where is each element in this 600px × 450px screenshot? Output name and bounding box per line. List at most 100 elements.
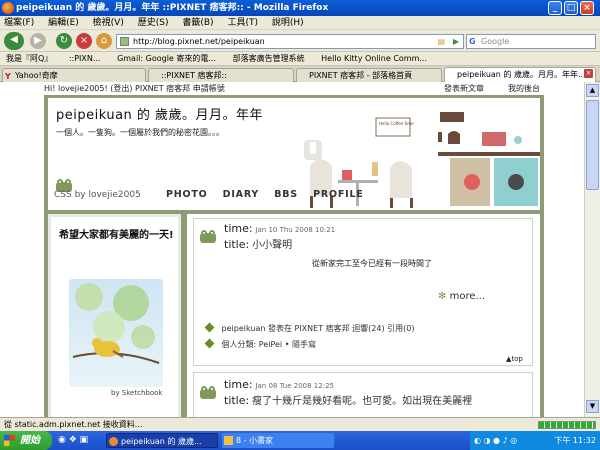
bookmark-item[interactable]: 我是『阿Q』	[6, 54, 52, 63]
browser-window: peipeikuan 的 歲歲。月月。年年 ::PIXNET 痞客邦:: - M…	[0, 0, 600, 450]
back-to-top-link[interactable]: ▲top	[506, 355, 523, 363]
bookmark-item[interactable]: ::PIXN...	[69, 54, 101, 63]
post-body: 從新家完工至今已經有一段時間了	[312, 259, 432, 268]
nav-photo[interactable]: PHOTO	[166, 189, 208, 200]
bullet-icon	[204, 338, 215, 349]
menu-bar: 檔案(F) 編輯(E) 檢視(V) 歷史(S) 書籤(B) 工具(T) 說明(H…	[0, 16, 600, 30]
frog-icon	[200, 386, 216, 399]
post-title-row: title: 瘦了十幾斤是幾好看呢。也可愛。如出現在美麗裡	[224, 392, 472, 407]
title-bar: peipeikuan 的 歲歲。月月。年年 ::PIXNET 痞客邦:: - M…	[0, 0, 600, 16]
tab-label: Yahoo!奇摩	[15, 71, 58, 80]
start-button[interactable]: 開始	[0, 431, 52, 450]
post-info: peipeikuan 發表在 PIXNET 痞客邦 迴響(24) 引用(0)	[204, 322, 415, 334]
tab-pixnet[interactable]: ::PIXNET 痞客邦::	[148, 68, 294, 82]
more-link-text: more...	[449, 291, 486, 302]
tab-pixnet-home[interactable]: PIXNET 痞客邦 - 部落格首頁	[296, 68, 442, 82]
new-post-link[interactable]: 發表新文章	[444, 82, 484, 96]
stop-icon[interactable]: ×	[76, 33, 92, 49]
frog-icon	[200, 230, 216, 243]
tab-current-blog[interactable]: peipeikuan 的 歲歲。月月。年年... ×	[444, 67, 596, 83]
vertical-scrollbar[interactable]: ▲ ▼	[584, 82, 600, 417]
tray-icons[interactable]: ◐ ◑ ● ♪ ◎	[474, 431, 517, 450]
status-text: 從 static.adm.pixnet.net 接收資料...	[4, 420, 143, 429]
post-time-row: time: Jan 10 Thu 2008 10:21	[224, 222, 335, 235]
post-date: Jan 08 Tue 2008 12:25	[255, 382, 334, 390]
forward-arrow-icon[interactable]: ▶	[30, 33, 46, 49]
scroll-down-icon[interactable]: ▼	[586, 400, 599, 413]
bookmark-item[interactable]: Gmail: Google 寄來的電...	[117, 54, 216, 63]
post-title[interactable]: 瘦了十幾斤是幾好看呢。也可愛。如出現在美麗裡	[252, 396, 472, 407]
menu-bookmarks[interactable]: 書籤(B)	[182, 18, 213, 28]
back-arrow-icon[interactable]: ◀	[4, 32, 24, 50]
title-label: title:	[224, 238, 250, 251]
close-tab-icon[interactable]: ×	[584, 69, 593, 78]
coffee-sign-text: Hello Coffee time	[379, 121, 414, 126]
scroll-up-icon[interactable]: ▲	[586, 84, 599, 97]
blog-top-strip: Hi! lovejie2005! (登出) PIXNET 痞客邦 申請帳號 發表…	[44, 82, 544, 96]
menu-history[interactable]: 歷史(S)	[138, 18, 169, 28]
nav-diary[interactable]: DIARY	[223, 189, 259, 200]
tab-label: PIXNET 痞客邦 - 部落格首頁	[309, 71, 413, 80]
system-tray: ◐ ◑ ● ♪ ◎ 下午 11:32	[470, 431, 600, 450]
reload-icon[interactable]: ↻	[56, 33, 72, 49]
bookmark-item[interactable]: Hello Kitty Online Comm...	[321, 54, 427, 63]
blog-nav: PHOTO DIARY BBS PROFILE	[166, 189, 375, 200]
menu-tools[interactable]: 工具(T)	[227, 18, 258, 28]
menu-view[interactable]: 檢視(V)	[93, 18, 124, 28]
menu-help[interactable]: 說明(H)	[272, 18, 304, 28]
bird-painting	[69, 279, 163, 387]
navigation-toolbar: ◀ ▶ ↻ × ⌂ http://blog.pixnet.net/peipeik…	[0, 30, 600, 52]
site-favicon	[120, 37, 129, 46]
nav-profile[interactable]: PROFILE	[313, 189, 364, 200]
admin-link[interactable]: 我的後台	[508, 82, 540, 96]
page-content: Hi! lovejie2005! (登出) PIXNET 痞客邦 申請帳號 發表…	[0, 82, 600, 417]
post-info-text[interactable]: peipeikuan 發表在 PIXNET 痞客邦 迴響(24) 引用(0)	[222, 324, 415, 333]
blog-subtitle: 一個人。一隻狗。一個屬於我們的秘密花園。。。	[56, 128, 224, 137]
rss-icon[interactable]: ▤	[437, 35, 445, 48]
post-category: 個人分類: PeiPei • 隨手寫	[204, 338, 316, 350]
post-category-text[interactable]: 個人分類: PeiPei • 隨手寫	[222, 340, 316, 349]
yahoo-icon: Y	[5, 72, 11, 81]
menu-file[interactable]: 檔案(F)	[4, 18, 34, 28]
more-link[interactable]: ✻ more...	[438, 291, 485, 302]
clock[interactable]: 下午 11:32	[554, 436, 596, 445]
blog-header: peipeikuan 的 歲歲。月月。年年 一個人。一隻狗。一個屬於我們的秘密花…	[48, 98, 540, 210]
bookmark-item[interactable]: 部落客廣告管理系統	[233, 54, 305, 63]
nav-bbs[interactable]: BBS	[274, 189, 298, 200]
windows-taskbar: 開始 ◉ ❖ ▣ peipeikuan 的 歲歲... 8 - 小書家 ◐ ◑ …	[0, 431, 600, 450]
tab-yahoo[interactable]: Y Yahoo!奇摩	[2, 68, 146, 82]
status-bar: 從 static.adm.pixnet.net 接收資料...	[0, 417, 600, 431]
window-title: peipeikuan 的 歲歲。月月。年年 ::PIXNET 痞客邦:: - M…	[16, 3, 329, 13]
css-credit: CSS by lovejie2005	[54, 190, 141, 200]
close-button[interactable]: ×	[580, 1, 594, 15]
quicklaunch-icons[interactable]: ◉ ❖ ▣	[58, 435, 88, 445]
scrollbar-thumb[interactable]	[586, 100, 599, 190]
sketchbook-credit: by Sketchbook	[111, 389, 163, 397]
url-bar[interactable]: http://blog.pixnet.net/peipeikuan ▤ ▶	[116, 34, 464, 49]
blog-title[interactable]: peipeikuan 的 歲歲。月月。年年	[56, 104, 263, 123]
login-status-text[interactable]: Hi! lovejie2005! (登出) PIXNET 痞客邦 申請帳號	[44, 84, 225, 93]
blog-sidebar: 希望大家都有美麗的一天! by Sketchbook	[48, 214, 181, 417]
task-label: peipeikuan 的 歲歲...	[121, 437, 202, 446]
go-icon[interactable]: ▶	[453, 35, 459, 48]
google-icon: G	[469, 37, 476, 46]
menu-edit[interactable]: 編輯(E)	[48, 18, 79, 28]
bird-illustration	[72, 283, 160, 364]
home-icon[interactable]: ⌂	[96, 33, 112, 49]
blog-main: time: Jan 10 Thu 2008 10:21 title: 小小聲明 …	[187, 214, 540, 417]
tab-label: peipeikuan 的 歲歲。月月。年年...	[457, 70, 586, 79]
minimize-button[interactable]: _	[548, 1, 562, 15]
task-explorer[interactable]: 8 - 小書家	[222, 433, 334, 448]
post-card: time: Jan 10 Thu 2008 10:21 title: 小小聲明 …	[193, 218, 533, 366]
task-firefox[interactable]: peipeikuan 的 歲歲...	[106, 433, 218, 448]
search-input[interactable]: G Google	[466, 34, 596, 49]
bullet-icon	[204, 322, 215, 333]
sidebar-title: 希望大家都有美麗的一天!	[59, 230, 174, 241]
post-title[interactable]: 小小聲明	[252, 240, 292, 251]
maximize-button[interactable]: □	[564, 1, 578, 15]
firefox-icon	[109, 437, 118, 446]
search-placeholder: Google	[481, 37, 510, 46]
post-date: Jan 10 Thu 2008 10:21	[255, 226, 336, 234]
post-title-row: title: 小小聲明	[224, 236, 292, 251]
start-label: 開始	[20, 435, 40, 446]
